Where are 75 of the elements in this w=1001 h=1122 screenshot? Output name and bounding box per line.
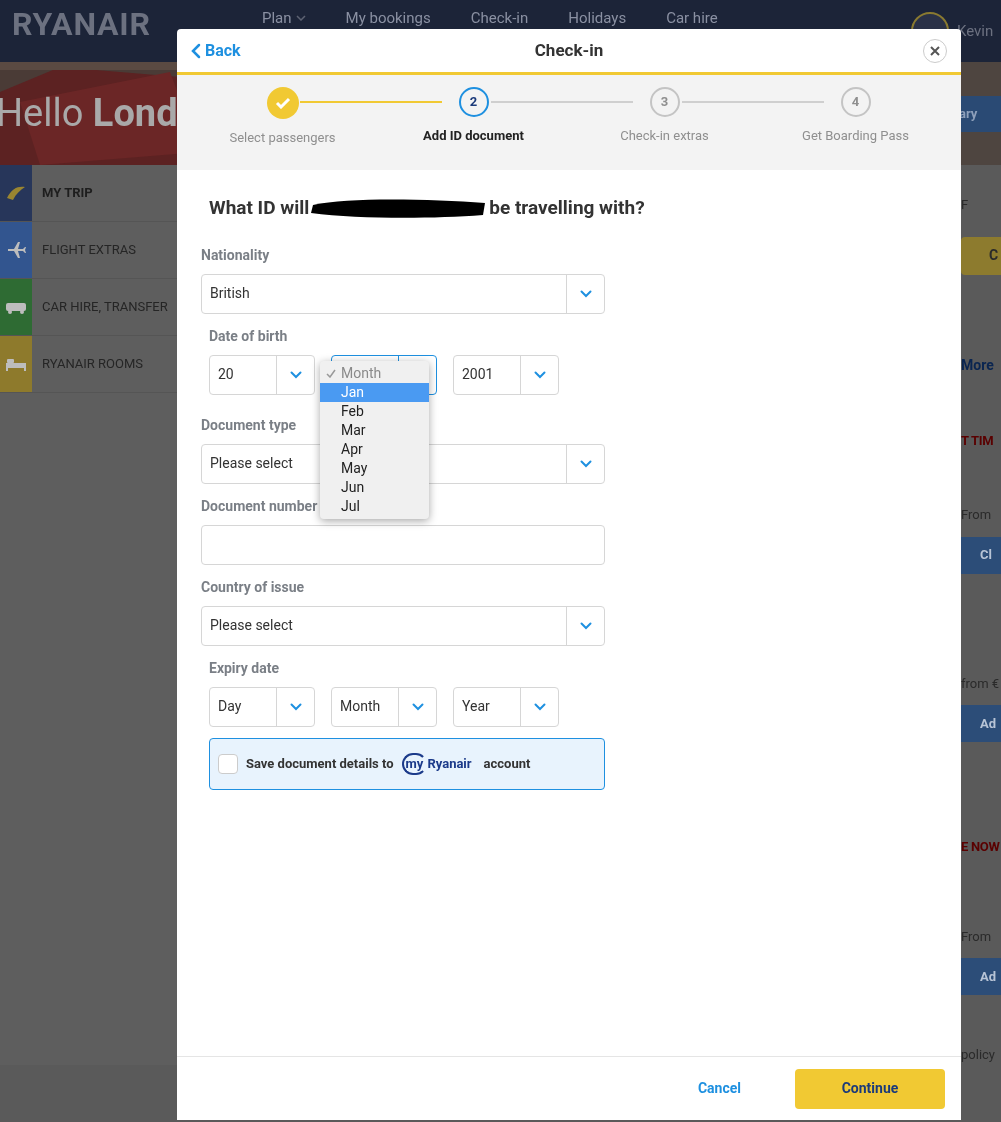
- step-label: Select passengers: [229, 129, 336, 147]
- cancel-button[interactable]: Cancel: [697, 1078, 741, 1099]
- chevron-down-icon: [533, 370, 546, 379]
- step-number: 2: [458, 87, 489, 117]
- question-heading: be travelling with?: [489, 195, 645, 221]
- nav-link[interactable]: Plan: [262, 9, 306, 27]
- cut-heading: E NOW: [961, 838, 1000, 856]
- chevron-left-icon: [191, 42, 201, 59]
- field-label: Nationality: [201, 245, 270, 265]
- sidebar-item[interactable]: MY TRIP: [0, 165, 177, 222]
- cut-button[interactable]: Ad: [961, 705, 1001, 742]
- chevron-down-icon: [579, 459, 592, 468]
- caret-icon: [295, 15, 306, 21]
- nav-link[interactable]: Check-in: [470, 9, 529, 27]
- select-value: 2001: [462, 365, 494, 384]
- logo: RYANAIR: [12, 8, 152, 40]
- cut-button[interactable]: Cl: [961, 536, 1001, 574]
- select-value: Month: [340, 697, 381, 716]
- harp-icon: [6, 184, 26, 202]
- select-field[interactable]: 2001: [453, 354, 559, 395]
- menu-option[interactable]: May: [320, 458, 429, 478]
- step-number: 3: [649, 87, 680, 117]
- select-field[interactable]: Year: [453, 686, 559, 727]
- select-field[interactable]: Please select: [201, 605, 605, 646]
- field-label: Expiry date: [209, 658, 280, 678]
- field-label: Document type: [201, 415, 297, 435]
- menu-option[interactable]: Jul: [320, 496, 429, 516]
- menu-option[interactable]: Feb: [320, 401, 429, 421]
- close-icon: [930, 45, 940, 56]
- select-value: Day: [218, 697, 242, 716]
- menu-option[interactable]: Apr: [320, 439, 429, 459]
- save-checkbox[interactable]: [218, 753, 238, 774]
- nav-link[interactable]: My bookings: [345, 9, 431, 27]
- select-value: British: [210, 284, 250, 303]
- select-value: Please select: [210, 454, 293, 473]
- chevron-down-icon: [533, 702, 546, 711]
- question-heading: What ID will: [209, 195, 310, 221]
- chevron-down-icon: [579, 621, 592, 630]
- save-label-suffix: account: [483, 754, 531, 773]
- document-number-field[interactable]: [201, 524, 605, 565]
- select-field[interactable]: Month: [331, 686, 437, 727]
- chevron-down-icon: [289, 370, 302, 379]
- select-value: 20: [218, 365, 234, 384]
- nav-link[interactable]: Holidays: [568, 9, 627, 27]
- select-field[interactable]: Day: [209, 686, 315, 727]
- nav-link[interactable]: Car hire: [666, 9, 718, 27]
- continue-button[interactable]: Continue: [795, 1068, 945, 1109]
- bed-icon: [5, 357, 27, 371]
- chevron-down-icon: [289, 702, 302, 711]
- save-label: Save document details to: [246, 754, 394, 773]
- menu-option[interactable]: Mar: [320, 420, 429, 440]
- step-label: Check-in extras: [620, 127, 709, 145]
- checkmark-icon: [325, 368, 336, 378]
- step-label: Get Boarding Pass: [802, 127, 909, 145]
- cut-heading: T TIM: [961, 431, 994, 450]
- step-label: Add ID document: [423, 127, 524, 145]
- select-value: Please select: [210, 616, 293, 635]
- field-label: Country of issue: [201, 577, 305, 597]
- chevron-down-icon: [411, 702, 424, 711]
- chevron-down-icon: [579, 289, 592, 298]
- select-field[interactable]: British: [201, 273, 605, 314]
- menu-option[interactable]: Jun: [320, 477, 429, 497]
- select-value: Year: [462, 697, 490, 716]
- field-label: Date of birth: [209, 326, 288, 346]
- plane-icon: [6, 240, 26, 260]
- cut-button[interactable]: Ad: [961, 958, 1001, 995]
- select-field[interactable]: 20: [209, 354, 315, 395]
- cut-button[interactable]: C: [961, 236, 1001, 275]
- step-number: 4: [840, 87, 871, 117]
- car-icon: [5, 300, 27, 314]
- field-label: Document number: [201, 496, 318, 516]
- menu-option[interactable]: Jan: [320, 382, 429, 402]
- my-ryanair-logo: my Ryanair: [401, 752, 472, 775]
- back-link[interactable]: Back: [191, 38, 241, 63]
- dialog-title: Check-in: [534, 38, 604, 62]
